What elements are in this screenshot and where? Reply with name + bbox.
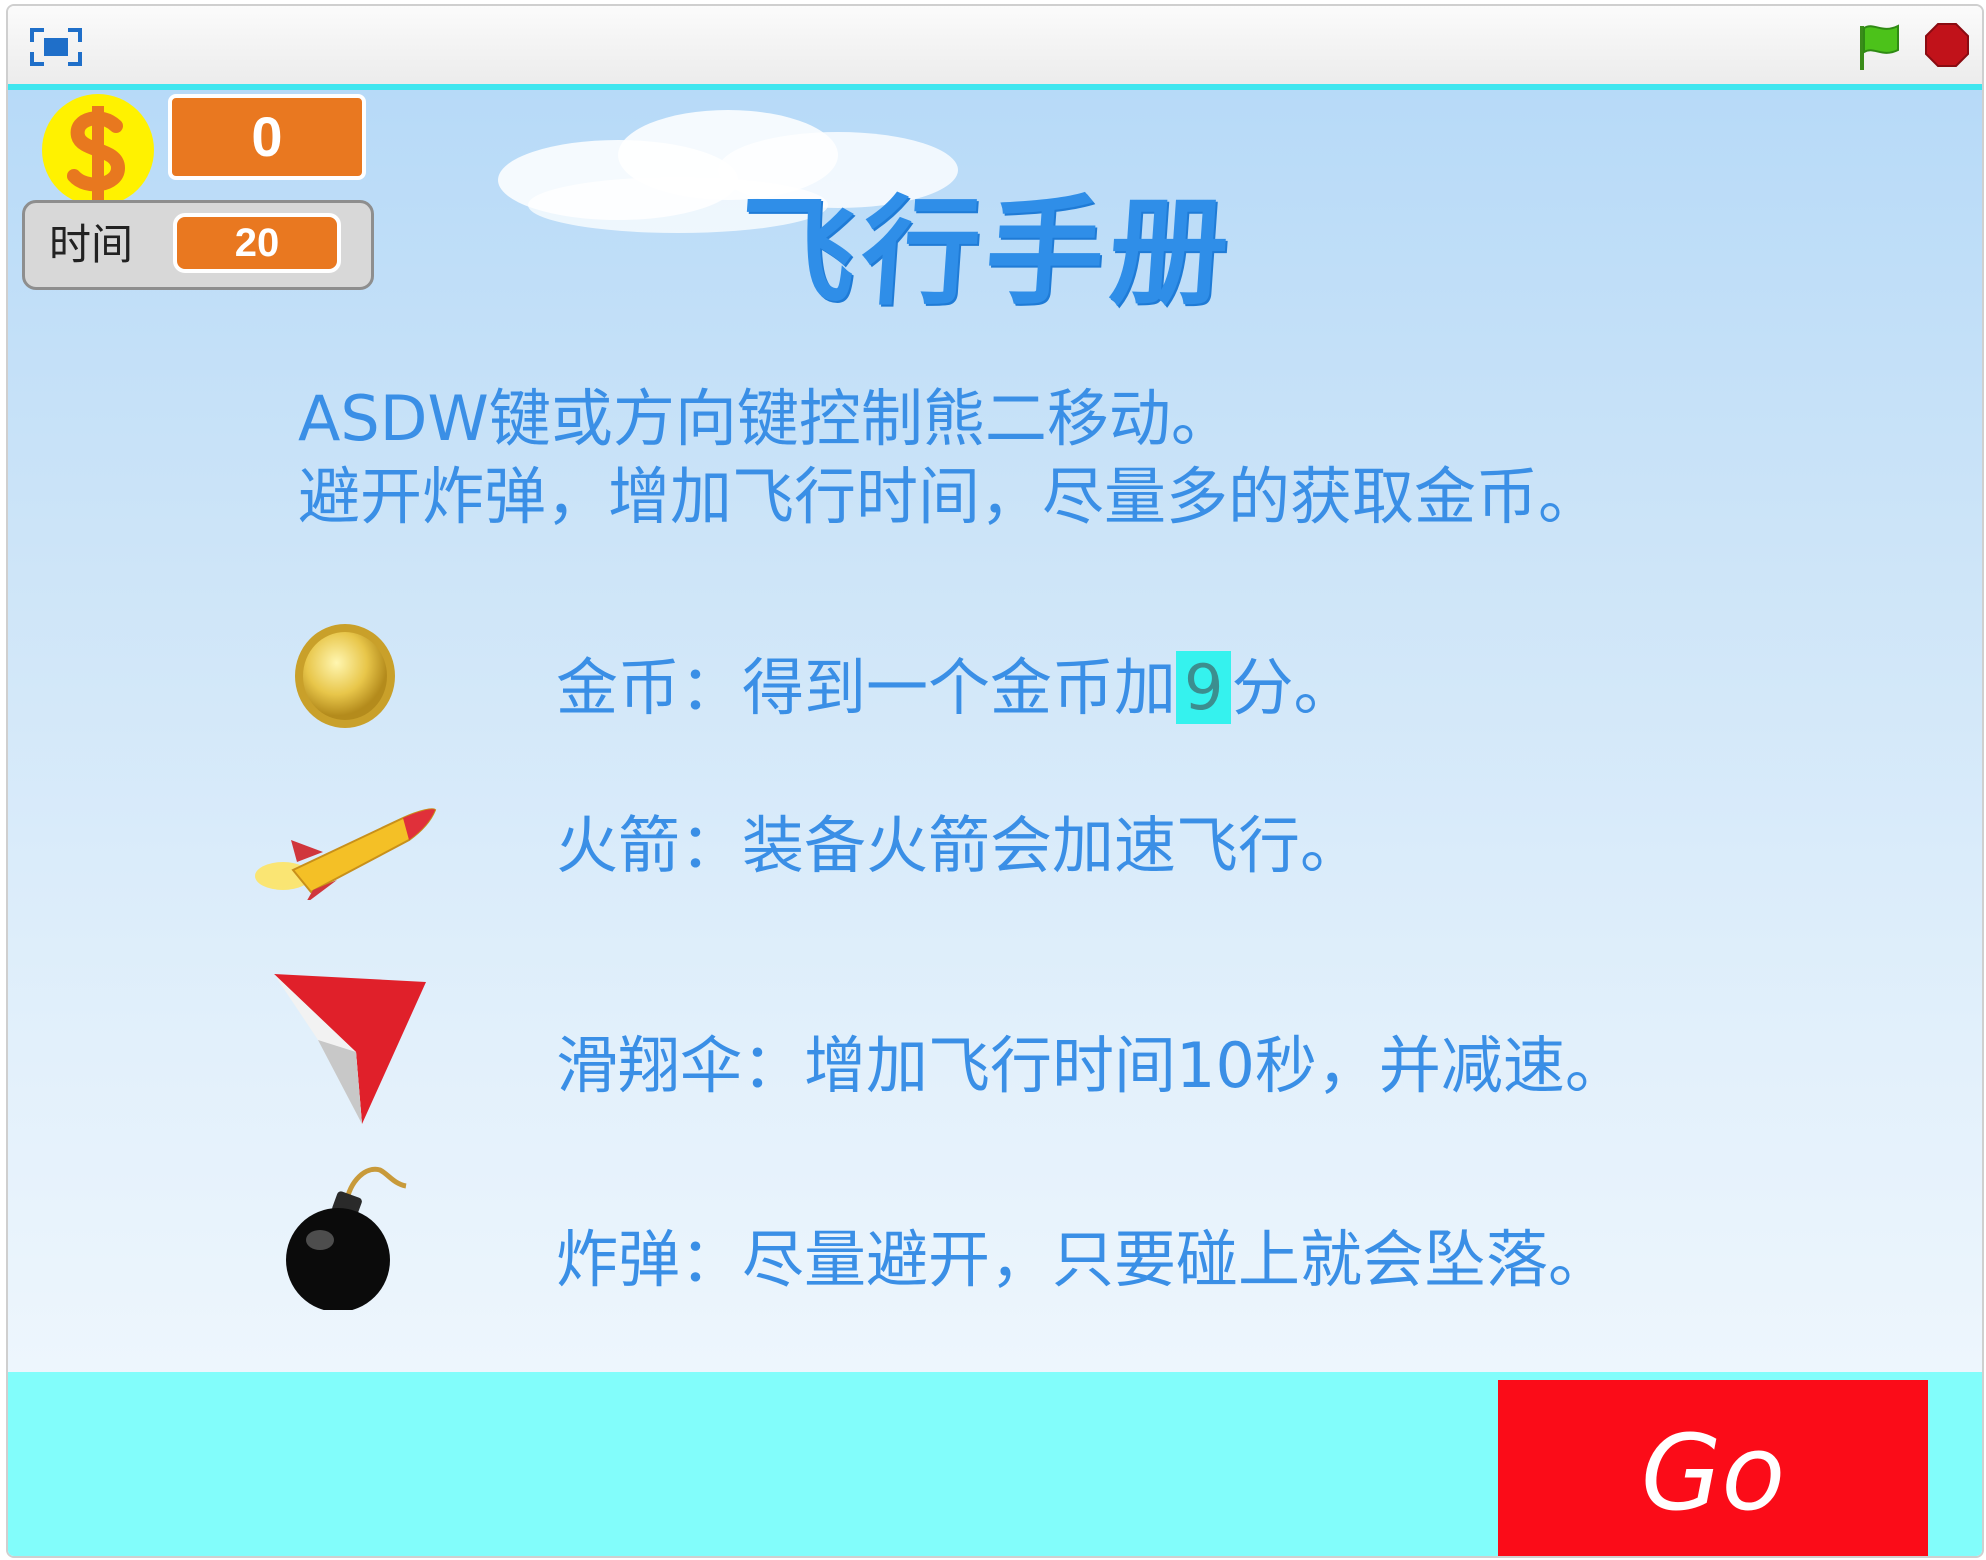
item-row-rocket: 火箭：装备火箭会加速飞行。 <box>8 800 1908 940</box>
gold-coin-icon <box>295 624 395 728</box>
fullscreen-icon[interactable] <box>26 22 86 72</box>
intro-text: ASDW键或方向键控制熊二移动。 避开炸弹，增加飞行时间，尽量多的获取金币。 <box>298 380 1798 536</box>
intro-line-1: ASDW键或方向键控制熊二移动。 <box>298 382 1233 455</box>
coin-text-prefix: 金币：得到一个金币加 <box>556 651 1177 724</box>
time-monitor: 时间 20 <box>22 200 374 290</box>
rocket-description: 火箭：装备火箭会加速飞行。 <box>556 809 1363 882</box>
coin-description: 金币：得到一个金币加 9 分。 <box>556 648 1355 728</box>
coin-points-variable: 9 <box>1176 651 1232 724</box>
item-row-glider: 滑翔伞：增加飞行时间10秒，并减速。 <box>8 970 1908 1124</box>
score-monitor: 0 <box>168 94 366 180</box>
item-row-coin: 金币：得到一个金币加 9 分。 <box>8 620 1908 760</box>
player-toolbar <box>8 6 1982 85</box>
coin-text-suffix: 分。 <box>1231 651 1356 724</box>
time-value: 20 <box>173 213 341 273</box>
stop-icon[interactable] <box>1924 22 1970 68</box>
game-stage[interactable]: 0 时间 20 飞行手册 ASDW键或方向键控制熊二移动。 避开炸弹，增加飞行时… <box>8 84 1982 1556</box>
intro-line-2: 避开炸弹，增加飞行时间，尽量多的获取金币。 <box>298 460 1601 533</box>
player-window: 0 时间 20 飞行手册 ASDW键或方向键控制熊二移动。 避开炸弹，增加飞行时… <box>6 4 1984 1558</box>
dollar-coin-icon <box>42 94 154 206</box>
bomb-icon <box>286 1166 407 1310</box>
bomb-description: 炸弹：尽量避开，只要碰上就会坠落。 <box>556 1223 1611 1296</box>
glider-description: 滑翔伞：增加飞行时间10秒，并减速。 <box>556 1029 1627 1102</box>
go-button[interactable]: Go <box>1498 1380 1928 1556</box>
green-flag-icon[interactable] <box>1854 20 1904 72</box>
page-title: 飞行手册 <box>733 183 1239 321</box>
time-label: 时间 <box>49 220 134 269</box>
paper-plane-icon <box>274 974 426 1124</box>
item-row-bomb: 炸弹：尽量避开，只要碰上就会坠落。 <box>8 1160 1908 1310</box>
rocket-icon <box>255 808 437 900</box>
